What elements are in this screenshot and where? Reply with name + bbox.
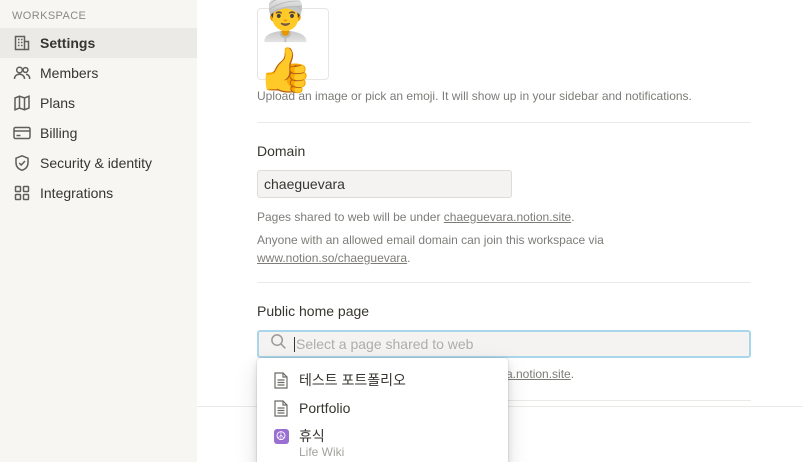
domain-join-suffix: . [407, 251, 411, 265]
sidebar-item-label: Members [40, 65, 99, 81]
workspace-url-link[interactable]: www.notion.so/chaeguevara [257, 251, 407, 265]
page-icon [273, 399, 289, 417]
peace-icon: ☮ [273, 427, 289, 445]
public-home-page-search[interactable]: Select a page shared to web [257, 330, 751, 358]
sidebar-item-billing[interactable]: Billing [0, 118, 197, 148]
domain-input[interactable]: chaeguevara [257, 170, 512, 198]
dropdown-item-label: 휴식 [299, 428, 325, 444]
divider [257, 122, 751, 123]
dropdown-item-page[interactable]: ☮ 휴식 Life Wiki [257, 427, 508, 459]
sidebar-item-plans[interactable]: Plans [0, 88, 197, 118]
sidebar-item-members[interactable]: Members [0, 58, 197, 88]
page-icon [273, 371, 289, 389]
sidebar-item-label: Security & identity [40, 155, 153, 171]
domain-label: Domain [257, 143, 306, 159]
domain-hint-text: Pages shared to web will be under [257, 210, 444, 224]
sidebar-nav: Settings Members Plans Billing Security … [0, 28, 197, 208]
sidebar-item-label: Settings [40, 35, 96, 51]
workspace-emoji-icon: 👳‍♂️👍 [258, 0, 313, 95]
credit-card-icon [12, 123, 32, 143]
page-picker-dropdown: 테스트 포트폴리오 Portfolio ☮ 휴식 Life Wiki [257, 358, 508, 462]
public-home-url-link[interactable]: a.notion.site [506, 367, 571, 381]
sidebar-item-settings[interactable]: Settings [0, 28, 197, 58]
domain-join-hint: Anyone with an allowed email domain can … [257, 231, 637, 267]
workspace-icon-hint: Upload an image or pick an emoji. It wil… [257, 89, 692, 103]
dropdown-item-page[interactable]: Portfolio [257, 399, 508, 417]
public-home-hint-behind: a.notion.site. [506, 365, 574, 383]
sidebar-item-label: Plans [40, 95, 76, 111]
domain-hint: Pages shared to web will be under chaegu… [257, 208, 575, 226]
text-caret [294, 336, 295, 352]
public-home-page-label: Public home page [257, 303, 370, 319]
sidebar-item-security[interactable]: Security & identity [0, 148, 197, 178]
settings-window: WORKSPACE Settings Members Plans Billing… [0, 0, 803, 462]
sidebar-item-label: Billing [40, 125, 78, 141]
domain-url-link[interactable]: chaeguevara.notion.site [444, 210, 571, 224]
domain-hint-suffix: . [571, 210, 575, 224]
search-placeholder: Select a page shared to web [296, 336, 474, 352]
grid-icon [12, 183, 32, 203]
building-icon [12, 33, 32, 53]
map-icon [12, 93, 32, 113]
sidebar: WORKSPACE Settings Members Plans Billing… [0, 0, 197, 462]
people-icon [12, 63, 32, 83]
dropdown-item-parent: Life Wiki [299, 445, 345, 459]
shield-check-icon [12, 153, 32, 173]
sidebar-section-label: WORKSPACE [12, 10, 87, 22]
domain-join-text: Anyone with an allowed email domain can … [257, 233, 604, 247]
dropdown-item-page[interactable]: 테스트 포트폴리오 [257, 371, 508, 389]
dropdown-item-label: Portfolio [299, 400, 351, 416]
dropdown-item-label: 테스트 포트폴리오 [299, 372, 406, 388]
sidebar-item-label: Integrations [40, 185, 114, 201]
divider [257, 282, 751, 283]
workspace-icon-picker[interactable]: 👳‍♂️👍 [257, 0, 329, 95]
sidebar-item-integrations[interactable]: Integrations [0, 178, 197, 208]
public-home-hint-suffix: . [570, 367, 575, 381]
search-icon [270, 333, 287, 355]
